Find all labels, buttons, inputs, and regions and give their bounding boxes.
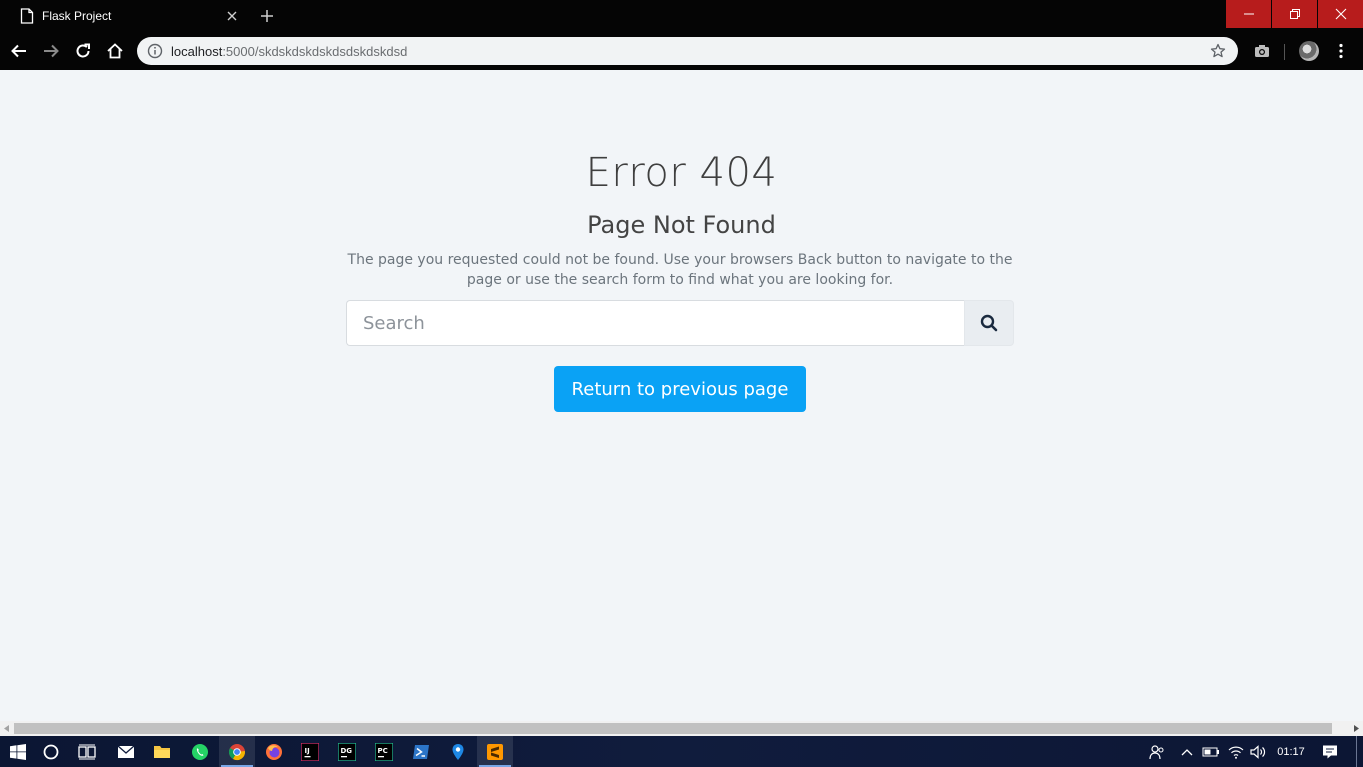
datagrip-icon[interactable]: DG	[329, 736, 365, 767]
search-icon	[980, 314, 998, 332]
people-icon[interactable]	[1146, 736, 1168, 767]
profile-avatar[interactable]	[1297, 39, 1321, 63]
scrollbar-thumb[interactable]	[14, 723, 1332, 734]
taskbar-clock[interactable]: 01:17	[1270, 736, 1312, 767]
pycharm-icon[interactable]: PC	[366, 736, 402, 767]
page-title: Error 404	[585, 150, 778, 196]
back-arrow-icon[interactable]	[7, 39, 31, 63]
file-explorer-icon[interactable]	[144, 736, 180, 767]
search-button[interactable]	[964, 300, 1014, 346]
start-icon[interactable]	[0, 736, 36, 767]
info-icon[interactable]	[147, 43, 163, 59]
forward-arrow-icon[interactable]	[39, 39, 63, 63]
error-message: The page you requested could not be foun…	[347, 252, 1013, 288]
svg-text:IJ: IJ	[305, 747, 310, 755]
url-path: :5000/skdskdskdskdsdskdskdsd	[222, 43, 408, 59]
page-icon	[20, 7, 34, 24]
show-desktop-button[interactable]	[1356, 736, 1357, 767]
page-content: Error 404 Page Not Found The page you re…	[0, 70, 1363, 721]
browser-titlebar: Flask Project	[0, 0, 1363, 31]
close-window-icon[interactable]	[1318, 0, 1363, 28]
minimize-icon[interactable]	[1226, 0, 1271, 28]
intellij-icon[interactable]: IJ	[292, 736, 328, 767]
volume-icon[interactable]	[1248, 736, 1268, 767]
whatsapp-icon[interactable]	[182, 736, 218, 767]
restore-icon[interactable]	[1272, 0, 1317, 28]
url-host: localhost	[171, 43, 223, 59]
return-to-previous-page-button[interactable]: Return to previous page	[554, 366, 806, 412]
menu-kebab-icon[interactable]	[1329, 39, 1353, 63]
sublime-icon[interactable]	[477, 736, 513, 767]
firefox-icon[interactable]	[256, 736, 292, 767]
tab-close-icon[interactable]	[222, 6, 242, 26]
address-bar[interactable]: localhost:5000/skdskdskdskdsdskdskdsd	[137, 37, 1238, 65]
scroll-left-arrow-icon[interactable]	[2, 724, 11, 733]
browser-tab[interactable]: Flask Project	[8, 0, 246, 31]
maps-icon[interactable]	[440, 736, 476, 767]
scroll-right-arrow-icon[interactable]	[1351, 724, 1360, 733]
powershell-icon[interactable]	[403, 736, 439, 767]
search-input[interactable]	[346, 300, 964, 346]
search-form	[346, 300, 1014, 346]
browser-toolbar: localhost:5000/skdskdskdskdsdskdskdsd	[0, 31, 1363, 70]
battery-icon[interactable]	[1200, 736, 1222, 767]
reload-icon[interactable]	[71, 39, 95, 63]
cortana-icon[interactable]	[33, 736, 69, 767]
home-icon[interactable]	[103, 39, 127, 63]
camera-icon[interactable]	[1250, 39, 1274, 63]
svg-text:PC: PC	[378, 747, 388, 755]
chrome-icon[interactable]	[219, 736, 255, 767]
svg-text:DG: DG	[341, 747, 353, 755]
task-view-icon[interactable]	[69, 736, 105, 767]
horizontal-scrollbar[interactable]	[0, 721, 1363, 736]
avatar	[1299, 41, 1319, 61]
bookmark-star-icon[interactable]	[1208, 41, 1228, 61]
mail-icon[interactable]	[108, 736, 144, 767]
notifications-icon[interactable]	[1318, 736, 1342, 767]
tray-expand-chevron-icon[interactable]	[1178, 736, 1196, 767]
windows-taskbar: IJ DG PC 01:17	[0, 736, 1363, 767]
page-subtitle: Page Not Found	[587, 211, 776, 239]
tab-title: Flask Project	[42, 8, 112, 23]
wifi-icon[interactable]	[1226, 736, 1246, 767]
new-tab-icon[interactable]	[256, 5, 278, 27]
toolbar-separator	[1284, 44, 1285, 60]
url-text: localhost:5000/skdskdskdskdsdskdskdsd	[171, 44, 1208, 59]
